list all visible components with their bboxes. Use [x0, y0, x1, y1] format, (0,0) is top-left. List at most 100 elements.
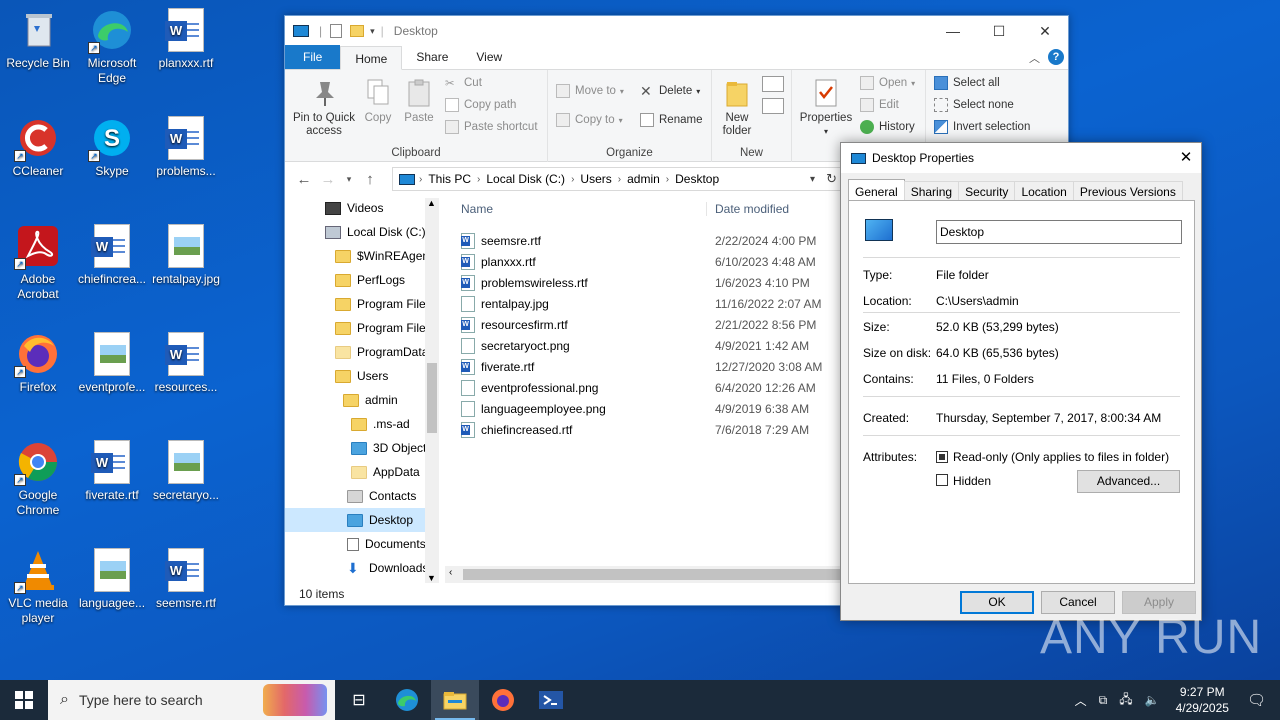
- breadcrumb-desktop[interactable]: Desktop: [675, 172, 719, 186]
- desktop-icon-adobe-acrobat[interactable]: ↗ Adobe Acrobat: [0, 218, 76, 302]
- tab-previous-versions[interactable]: Previous Versions: [1072, 181, 1183, 202]
- volume-icon[interactable]: 🔈: [1145, 693, 1160, 707]
- tab-sharing[interactable]: Sharing: [903, 181, 960, 202]
- invert-selection-button[interactable]: Invert selection: [934, 117, 1030, 137]
- desktop-icon-problemswireless[interactable]: W problems...: [148, 110, 224, 179]
- taskbar-powershell[interactable]: [527, 680, 575, 720]
- network-icon[interactable]: 🖧: [1119, 690, 1132, 711]
- open-button[interactable]: Open ▾: [860, 73, 915, 93]
- cut-button[interactable]: ✂ Cut: [445, 73, 482, 93]
- nav-item-program-files[interactable]: Program Files: [285, 292, 439, 316]
- up-arrow-icon[interactable]: ↑: [358, 171, 382, 188]
- nav-item-contacts[interactable]: Contacts: [285, 484, 439, 508]
- history-button[interactable]: History: [860, 117, 915, 137]
- folder-name-input[interactable]: [936, 220, 1182, 244]
- desktop-icon-secretaryoct[interactable]: secretaryo...: [148, 434, 224, 503]
- recent-locations-icon[interactable]: ▾: [340, 174, 358, 185]
- desktop-icon-planxxx[interactable]: W planxxx.rtf: [148, 2, 224, 71]
- select-all-button[interactable]: Select all: [934, 73, 1000, 93]
- nav-scroll-thumb[interactable]: [427, 363, 437, 433]
- readonly-checkbox[interactable]: [936, 451, 948, 463]
- desktop-icon-resourcesfirm[interactable]: W resources...: [148, 326, 224, 395]
- explorer-titlebar[interactable]: | ▾ | Desktop — ☐ ✕: [285, 16, 1068, 46]
- forward-arrow-icon[interactable]: →: [316, 171, 340, 188]
- nav-item-program-files-x86[interactable]: Program Files: [285, 316, 439, 340]
- properties-button[interactable]: Properties ▾: [796, 78, 856, 138]
- file-row[interactable]: eventprofessional.png 6/4/2020 12:26 AM: [445, 377, 845, 398]
- breadcrumb-this-pc[interactable]: This PC: [428, 172, 471, 186]
- taskbar-file-explorer[interactable]: [431, 680, 479, 720]
- taskbar-search-box[interactable]: ⌕ Type here to search: [48, 680, 335, 720]
- tab-home[interactable]: Home: [340, 46, 403, 70]
- address-bar[interactable]: › This PC › Local Disk (C:) › Users › ad…: [392, 167, 842, 191]
- paste-shortcut-button[interactable]: Paste shortcut: [445, 117, 538, 137]
- nav-item-programdata[interactable]: ProgramData: [285, 340, 439, 364]
- nav-item-videos[interactable]: Videos: [285, 196, 439, 220]
- tab-share[interactable]: Share: [402, 45, 462, 69]
- new-item-icon[interactable]: [762, 76, 784, 92]
- task-view-button[interactable]: ⊟: [335, 680, 383, 720]
- scroll-up-icon[interactable]: ▲: [427, 198, 436, 208]
- qat-dropdown-icon[interactable]: ▾: [370, 26, 375, 37]
- nav-item-perflogs[interactable]: PerfLogs: [285, 268, 439, 292]
- desktop-icon-seemsre[interactable]: W seemsre.rtf: [148, 542, 224, 611]
- copy-to-button[interactable]: Copy to ▾: [556, 110, 623, 130]
- help-icon[interactable]: ?: [1048, 49, 1064, 65]
- hidden-checkbox-row[interactable]: Hidden: [936, 474, 991, 488]
- nav-item-appdata[interactable]: AppData: [285, 460, 439, 484]
- delete-button[interactable]: ✕ Delete ▾: [640, 81, 700, 101]
- move-to-button[interactable]: Move to ▾: [556, 81, 624, 101]
- desktop-icon-microsoft-edge[interactable]: ↗ Microsoft Edge: [74, 2, 150, 86]
- horizontal-scroll-thumb[interactable]: [463, 569, 841, 580]
- maximize-button[interactable]: ☐: [976, 16, 1022, 46]
- tab-general[interactable]: General: [848, 179, 905, 202]
- close-button[interactable]: ✕: [1022, 16, 1068, 46]
- file-row[interactable]: chiefincreased.rtf 7/6/2018 7:29 AM: [445, 419, 845, 440]
- nav-item-admin[interactable]: admin: [285, 388, 439, 412]
- copy-path-button[interactable]: Copy path: [445, 95, 516, 115]
- tab-view[interactable]: View: [462, 45, 516, 69]
- desktop-icon-firefox[interactable]: ↗ Firefox: [0, 326, 76, 395]
- edit-button[interactable]: Edit: [860, 95, 899, 115]
- close-icon[interactable]: ✕: [1171, 143, 1201, 173]
- nav-item-desktop[interactable]: Desktop: [285, 508, 439, 532]
- taskbar-edge[interactable]: [383, 680, 431, 720]
- horizontal-scrollbar[interactable]: ‹: [445, 566, 845, 583]
- file-row[interactable]: fiverate.rtf 12/27/2020 3:08 AM: [445, 356, 845, 377]
- network-device-icon[interactable]: ⧉: [1099, 693, 1108, 708]
- file-row[interactable]: languageemployee.png 4/9/2019 6:38 AM: [445, 398, 845, 419]
- breadcrumb-local-disk[interactable]: Local Disk (C:): [486, 172, 565, 186]
- nav-item-ms-ad[interactable]: .ms-ad: [285, 412, 439, 436]
- column-date-modified[interactable]: Date modified: [707, 202, 789, 216]
- column-name[interactable]: Name: [445, 202, 707, 216]
- pin-quick-access-button[interactable]: Pin to Quick access: [289, 78, 359, 138]
- desktop-icon-eventprofessional[interactable]: eventprofe...: [74, 326, 150, 395]
- dialog-titlebar[interactable]: Desktop Properties ✕: [841, 143, 1201, 173]
- file-row[interactable]: rentalpay.jpg 11/16/2022 2:07 AM: [445, 293, 845, 314]
- rename-button[interactable]: Rename: [640, 110, 702, 130]
- desktop-icon-skype[interactable]: S ↗ Skype: [74, 110, 150, 179]
- minimize-button[interactable]: —: [930, 16, 976, 46]
- nav-item-local-disk[interactable]: Local Disk (C:): [285, 220, 439, 244]
- show-hidden-icons-icon[interactable]: ︿: [1075, 692, 1087, 709]
- file-row[interactable]: secretaryoct.png 4/9/2021 1:42 AM: [445, 335, 845, 356]
- desktop-icon-rentalpay[interactable]: rentalpay.jpg: [148, 218, 224, 287]
- desktop-icon-chiefincreased[interactable]: W chiefincrea...: [74, 218, 150, 287]
- nav-scrollbar[interactable]: ▲ ▼: [425, 198, 439, 583]
- notifications-icon[interactable]: 🗨: [1247, 691, 1266, 709]
- file-row[interactable]: resourcesfirm.rtf 2/21/2022 8:56 PM: [445, 314, 845, 335]
- advanced-button[interactable]: Advanced...: [1077, 470, 1180, 493]
- nav-item-documents[interactable]: Documents: [285, 532, 439, 556]
- hidden-checkbox[interactable]: [936, 474, 948, 486]
- back-arrow-icon[interactable]: ←: [292, 171, 316, 188]
- tab-location[interactable]: Location: [1014, 181, 1074, 202]
- select-none-button[interactable]: Select none: [934, 95, 1014, 115]
- paste-button[interactable]: Paste: [401, 78, 437, 125]
- readonly-checkbox-row[interactable]: Read-only (Only applies to files in fold…: [936, 450, 1169, 464]
- file-row[interactable]: planxxx.rtf 6/10/2023 4:48 AM: [445, 251, 845, 272]
- nav-item-3d-objects[interactable]: 3D Objects: [285, 436, 439, 460]
- taskbar-firefox[interactable]: [479, 680, 527, 720]
- nav-item-users[interactable]: Users: [285, 364, 439, 388]
- new-folder-qat-icon[interactable]: [350, 25, 365, 37]
- new-folder-button[interactable]: New folder: [714, 78, 760, 138]
